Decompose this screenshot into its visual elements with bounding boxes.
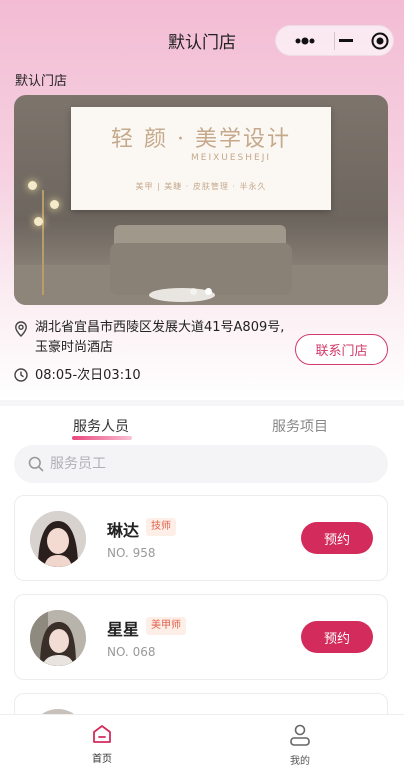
search-input[interactable] [50, 456, 350, 472]
close-button[interactable] [335, 25, 393, 56]
tabbar-label-home: 首页 [92, 754, 112, 765]
navigation-bar: 默认门店 [0, 0, 404, 80]
lamp-light [50, 200, 59, 209]
record-circle-icon [371, 32, 389, 49]
staff-name: 琳达 [107, 521, 140, 540]
carousel-dot[interactable] [190, 288, 197, 295]
tabbar-label-mine: 我的 [290, 756, 310, 767]
location-pin-icon [15, 321, 27, 337]
bottom-tab-bar: 首页 我的 [0, 714, 404, 769]
user-icon [290, 724, 310, 746]
more-button[interactable] [276, 25, 334, 56]
store-address: 湖北省宜昌市西陵区发展大道41号A809号,玉豪时尚酒店 [35, 320, 285, 355]
carousel-indicators [14, 288, 388, 295]
lamp-light [28, 181, 37, 190]
store-banner-image[interactable]: 轻 颜 · 美学设计 MEIXUESHEJI 美甲 | 美睫 · 皮肤管理 · … [14, 95, 388, 305]
search-icon [28, 456, 44, 472]
avatar [30, 511, 86, 567]
tab-service-items[interactable]: 服务项目 [272, 416, 328, 436]
more-dots-icon [295, 37, 315, 44]
avatar [30, 610, 86, 666]
staff-card[interactable]: 琳达 技师 NO. 958 预约 [14, 495, 388, 581]
home-icon [93, 725, 111, 743]
contact-store-button[interactable]: 联系门店 [295, 334, 388, 365]
staff-number: NO. 958 [107, 546, 156, 560]
carousel-dot-active[interactable] [205, 288, 212, 295]
search-bar[interactable] [14, 445, 388, 483]
staff-name: 星星 [107, 620, 140, 639]
tab-service-staff[interactable]: 服务人员 [73, 416, 129, 436]
staff-card[interactable]: 星星 美甲师 NO. 068 预约 [14, 594, 388, 680]
logo-tags-text: 美甲 | 美睫 · 皮肤管理 · 半永久 [135, 182, 267, 191]
store-name-label: 默认门店 [15, 74, 68, 89]
book-button[interactable]: 预约 [301, 522, 373, 554]
tabbar-item-mine[interactable]: 我的 [270, 723, 330, 767]
lamp-light [34, 217, 43, 226]
staff-role-badge: 技师 [146, 518, 176, 536]
floor-lamp [42, 190, 44, 295]
staff-role-badge: 美甲师 [146, 617, 186, 635]
content-tabs: 服务人员 服务项目 [0, 400, 404, 440]
logo-sub-text: MEIXUESHEJI [191, 153, 272, 163]
minimize-icon [339, 38, 353, 42]
hours-row: 08:05-次日03:10 [14, 364, 388, 383]
logo-main-text: 轻 颜 · 美学设计 [111, 127, 291, 152]
staff-number: NO. 068 [107, 645, 156, 659]
store-hours: 08:05-次日03:10 [35, 368, 141, 383]
tabbar-item-home[interactable]: 首页 [72, 723, 132, 765]
miniprogram-capsule [275, 25, 394, 56]
clock-icon [14, 368, 28, 382]
store-logo-sign: 轻 颜 · 美学设计 MEIXUESHEJI 美甲 | 美睫 · 皮肤管理 · … [71, 107, 331, 210]
active-tab-indicator [72, 436, 132, 440]
book-button[interactable]: 预约 [301, 621, 373, 653]
